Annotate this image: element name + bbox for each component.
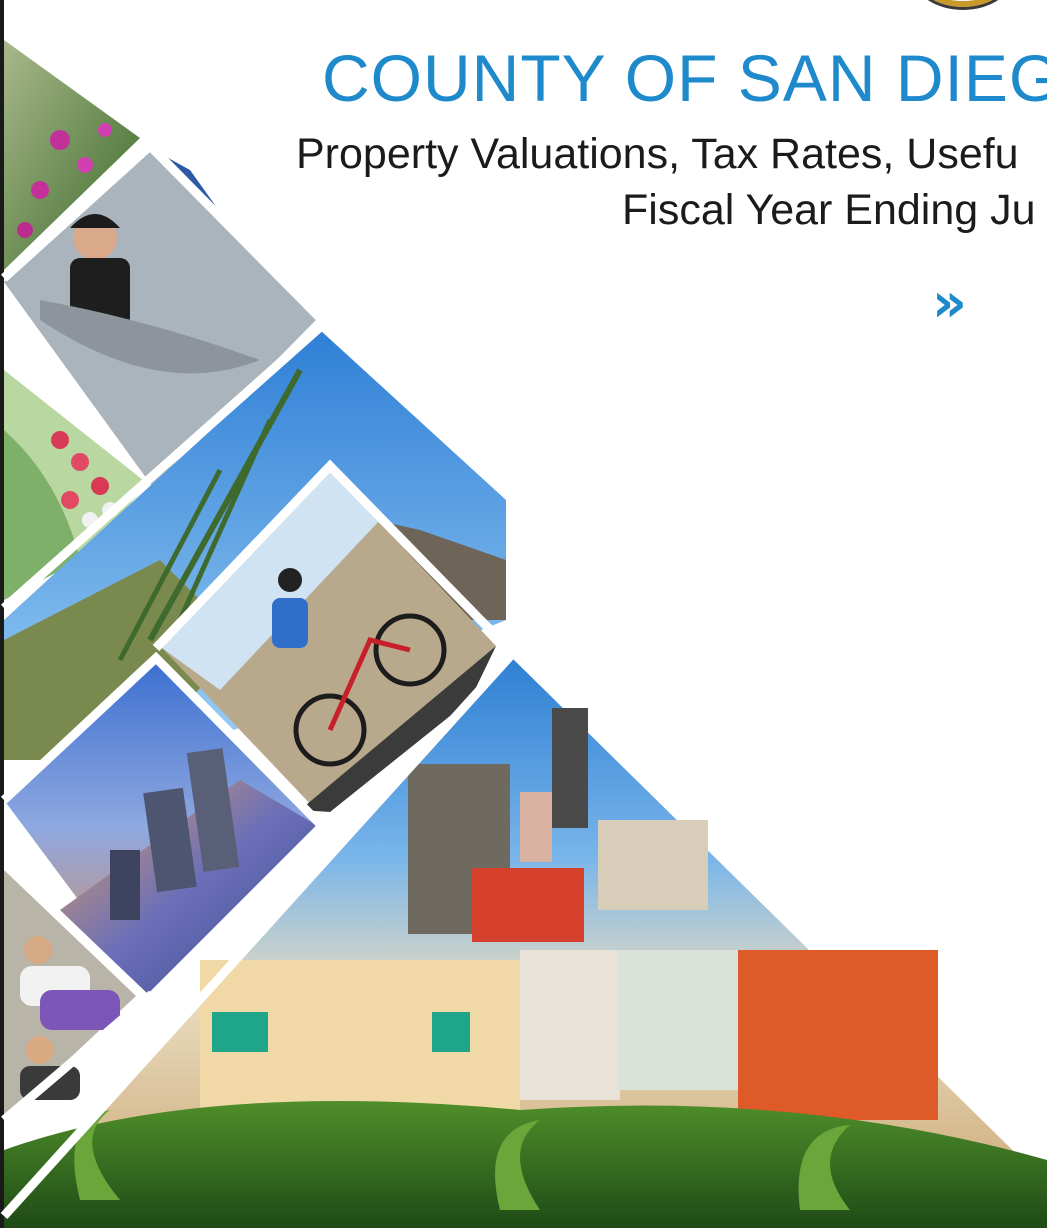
subtitle-line-2: Fiscal Year Ending Ju xyxy=(622,186,1036,234)
double-chevron-right-icon[interactable]: » xyxy=(932,276,967,330)
page-title: COUNTY OF SAN DIEG xyxy=(322,41,1047,115)
subtitle-line-1: Property Valuations, Tax Rates, Usefu xyxy=(296,130,1019,178)
report-cover: COUNTY OF SAN DIEG Property Valuations, … xyxy=(0,0,1047,1228)
